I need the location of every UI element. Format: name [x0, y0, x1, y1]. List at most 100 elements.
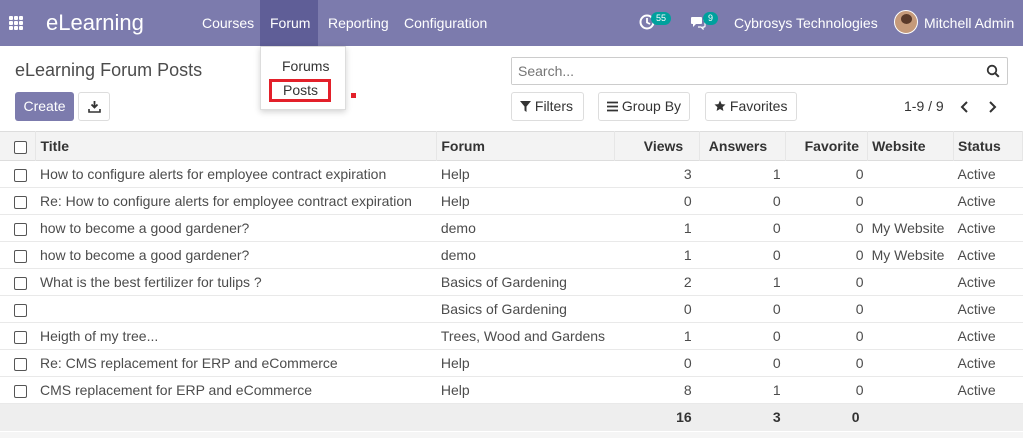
cell-title	[36, 296, 437, 323]
cell-title: how to become a good gardener?	[39, 220, 250, 236]
group-by-label: Group By	[621, 98, 682, 114]
cell-title: CMS replacement for ERP and eCommerce	[39, 382, 313, 398]
table-row[interactable]: CMS replacement for ERP and eCommerce Hel…	[0, 377, 1023, 404]
cell-views: 0	[683, 355, 692, 371]
table-row[interactable]: What is the best fertilizer for tulips ?…	[0, 269, 1023, 296]
table-row[interactable]: how to become a good gardener? demo 1 0 0 My …	[0, 215, 1023, 242]
bottom-strip	[0, 432, 1023, 438]
row-checkbox[interactable]	[14, 330, 27, 344]
search-icon[interactable]	[986, 64, 1000, 78]
filter-funnel-icon	[520, 101, 531, 112]
cell-answers: 1	[772, 166, 781, 182]
cell-views: 2	[683, 274, 692, 290]
cell-website	[868, 323, 954, 350]
column-website[interactable]: Website	[867, 131, 955, 161]
cell-favorite: 0	[855, 247, 864, 263]
row-checkbox-cell	[0, 377, 36, 404]
menu-forum[interactable]: Forum	[270, 15, 310, 31]
row-checkbox[interactable]	[14, 168, 27, 182]
row-checkbox-cell	[0, 215, 36, 242]
cell-website	[868, 161, 954, 188]
table-row[interactable]: Re: How to configure alerts for employee…	[0, 188, 1023, 215]
cell-views: 1	[683, 220, 692, 236]
filters-label: Filters	[534, 98, 574, 114]
cell-views: 8	[683, 382, 692, 398]
cell-views: 1	[683, 247, 692, 263]
column-title[interactable]: Title	[35, 131, 438, 161]
row-checkbox[interactable]	[14, 384, 27, 398]
total-answers: 3	[772, 409, 781, 426]
row-checkbox[interactable]	[14, 195, 27, 209]
cell-website: My Website	[871, 247, 945, 263]
cell-status: Active	[957, 301, 996, 317]
cell-status: Active	[957, 382, 996, 398]
star-icon	[714, 100, 726, 111]
column-forum[interactable]: Forum	[436, 131, 616, 161]
menu-configuration[interactable]: Configuration	[404, 15, 487, 31]
cell-answers: 1	[772, 274, 781, 290]
table-row[interactable]: Re: CMS replacement for ERP and eCommerc…	[0, 350, 1023, 377]
column-favorite[interactable]: Favorite	[785, 131, 869, 161]
row-checkbox-cell	[0, 350, 36, 377]
pager-previous-icon[interactable]	[959, 100, 971, 114]
select-all-checkbox[interactable]	[14, 140, 27, 154]
row-checkbox[interactable]	[14, 276, 27, 290]
column-status[interactable]: Status	[953, 131, 1023, 161]
row-checkbox[interactable]	[14, 249, 27, 263]
filters-button[interactable]: Filters	[511, 92, 584, 121]
messages-badge: 9	[703, 12, 719, 25]
cell-forum: demo	[440, 220, 476, 236]
row-checkbox-cell	[0, 188, 36, 215]
cell-website	[868, 377, 954, 404]
dropdown-item-posts[interactable]: Posts	[269, 79, 331, 102]
row-checkbox-cell	[0, 296, 36, 323]
cell-forum: Basics of Gardening	[440, 301, 567, 317]
cell-answers: 0	[772, 193, 781, 209]
cell-title: how to become a good gardener?	[39, 247, 250, 263]
cell-website	[868, 350, 954, 377]
dropdown-item-forums[interactable]: Forums	[282, 58, 329, 74]
table-row[interactable]: how to become a good gardener? demo 1 0 0 My …	[0, 242, 1023, 269]
posts-list-table: Title Forum Views Answers Favorite Websi…	[0, 131, 1023, 431]
pager-value[interactable]: 1-9 / 9	[904, 98, 944, 114]
row-checkbox[interactable]	[14, 357, 27, 371]
row-checkbox-cell	[0, 269, 36, 296]
breadcrumb-title: eLearning Forum Posts	[15, 60, 203, 80]
column-views[interactable]: Views	[614, 131, 701, 161]
create-button[interactable]: Create	[15, 92, 74, 121]
table-row[interactable]: Basics of Gardening 0 0 0 Active	[0, 296, 1023, 323]
cell-favorite: 0	[855, 193, 864, 209]
user-menu[interactable]: Mitchell Admin	[924, 15, 1014, 31]
cell-favorite: 0	[855, 328, 864, 344]
search-input[interactable]	[512, 58, 972, 84]
cell-status: Active	[957, 328, 996, 344]
cell-favorite: 0	[855, 301, 864, 317]
favorites-button[interactable]: Favorites	[705, 92, 797, 121]
cell-website	[868, 188, 954, 215]
group-by-button[interactable]: Group By	[598, 92, 690, 121]
row-checkbox[interactable]	[14, 303, 27, 317]
row-checkbox[interactable]	[14, 222, 27, 236]
cell-status: Active	[957, 274, 996, 290]
annotation-marker	[351, 93, 356, 98]
table-row[interactable]: Heigth of my tree... Trees, Wood and Gard…	[0, 323, 1023, 350]
cell-forum: Help	[440, 355, 470, 371]
menu-reporting[interactable]: Reporting	[328, 15, 389, 31]
menu-courses[interactable]: Courses	[202, 15, 254, 31]
column-answers[interactable]: Answers	[699, 131, 787, 161]
cell-website: My Website	[871, 220, 945, 236]
app-brand[interactable]: eLearning	[46, 10, 144, 36]
pager-next-icon[interactable]	[986, 100, 998, 114]
user-avatar[interactable]	[894, 10, 918, 34]
export-button[interactable]	[78, 92, 110, 121]
table-row[interactable]: How to configure alerts for employee con…	[0, 161, 1023, 188]
apps-menu-icon[interactable]	[9, 16, 23, 30]
group-lines-icon	[607, 101, 618, 112]
cell-title: How to configure alerts for employee con…	[39, 166, 387, 182]
cell-favorite: 0	[855, 355, 864, 371]
company-switcher[interactable]: Cybrosys Technologies	[734, 15, 878, 31]
row-checkbox-cell	[0, 323, 36, 350]
cell-forum: Help	[440, 166, 470, 182]
table-header-row: Title Forum Views Answers Favorite Websi…	[0, 131, 1023, 161]
cell-answers: 0	[772, 301, 781, 317]
